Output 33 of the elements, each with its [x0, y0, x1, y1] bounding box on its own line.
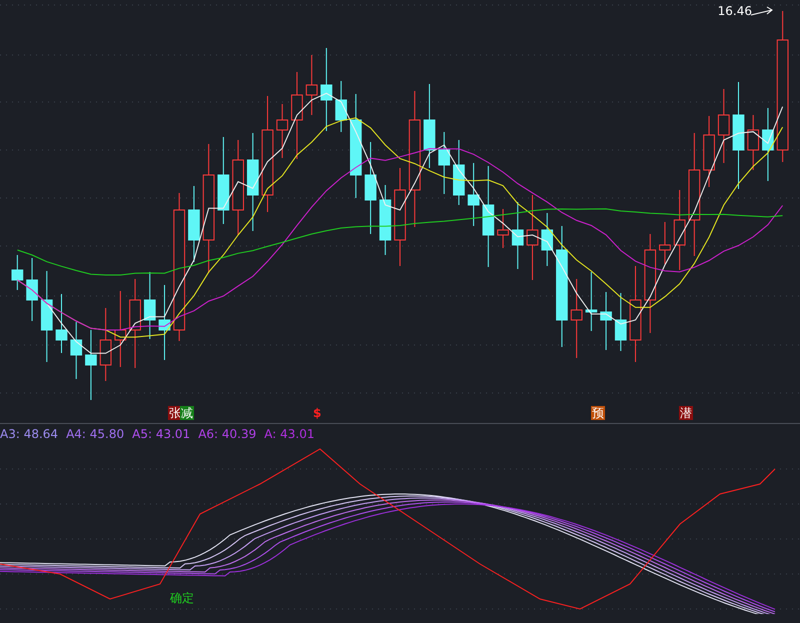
indicator-value: A5: 43.01	[132, 427, 190, 443]
indicator-value: A: 43.01	[264, 427, 314, 443]
candlestick	[276, 104, 288, 158]
candlestick	[541, 212, 554, 266]
high-price-label: 16.46	[718, 4, 752, 18]
candlestick	[306, 54, 318, 116]
signal-tag: 潜	[679, 406, 693, 420]
candlestick	[659, 222, 671, 264]
candlestick	[585, 272, 598, 332]
candlestick	[600, 292, 612, 350]
candlestick	[144, 272, 156, 340]
candlestick	[379, 184, 392, 256]
indicator-value: A4: 45.80	[66, 427, 124, 443]
candlestick	[747, 114, 760, 170]
candlestick	[453, 140, 465, 206]
candlestick	[56, 294, 68, 354]
candlestick	[512, 202, 524, 270]
indicator-value: A3: 48.64	[0, 427, 58, 443]
candlestick	[438, 132, 450, 194]
candlestick	[26, 258, 38, 322]
signal-tag: 减	[180, 406, 194, 420]
confirm-signal-label: 确定	[168, 590, 196, 607]
candlestick	[12, 254, 24, 290]
candlestick	[497, 208, 509, 248]
candlestick	[85, 330, 97, 400]
candlestick	[614, 292, 627, 352]
candlestick	[468, 162, 480, 226]
signal-mark: $	[312, 406, 322, 420]
candlestick	[70, 322, 82, 380]
candlestick	[335, 80, 347, 132]
indicator-value: A6: 40.39	[198, 427, 256, 443]
candlestick	[703, 116, 715, 188]
signal-tag: 预	[591, 406, 605, 420]
